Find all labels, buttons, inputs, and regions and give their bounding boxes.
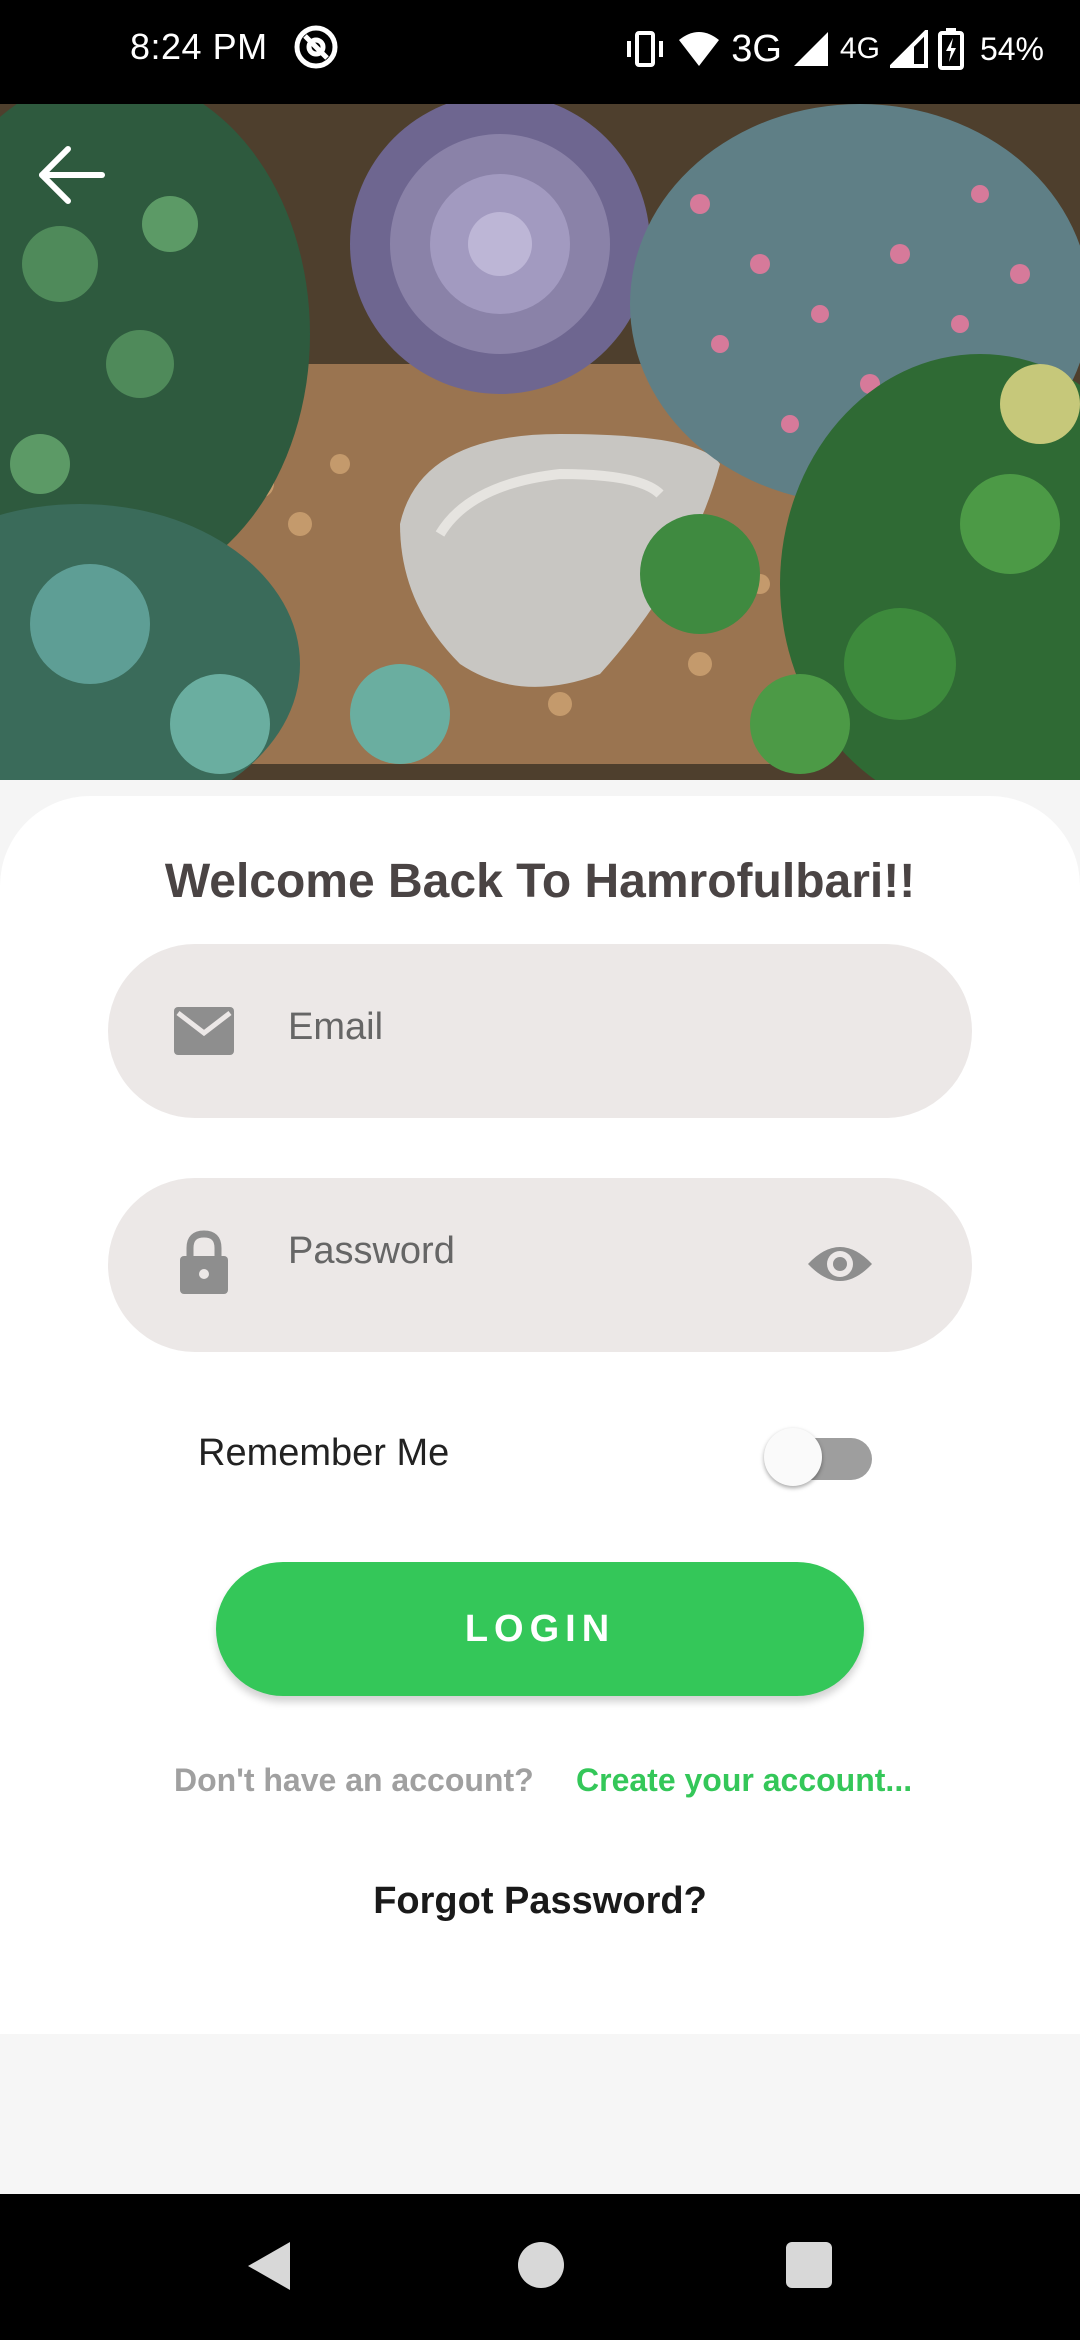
password-field[interactable]: Password [108, 1178, 972, 1352]
lock-icon [180, 1230, 228, 1294]
email-placeholder: Email [288, 1006, 384, 1048]
nav-home-icon[interactable] [518, 2242, 564, 2288]
remember-me-toggle[interactable] [764, 1428, 874, 1486]
status-bar: 8:24 PM 3G 4G 54% [0, 0, 1080, 104]
email-field[interactable]: Email [108, 944, 972, 1118]
page-title: Welcome Back To Hamrofulbari!! [164, 855, 916, 908]
bottom-spacer [0, 2034, 1080, 2194]
remember-me-label: Remember Me [198, 1432, 450, 1474]
signal-icon [793, 32, 828, 66]
network-3g-label: 3G [731, 27, 782, 70]
nav-recents-icon[interactable] [786, 2242, 832, 2288]
battery-percent: 54% [979, 30, 1044, 67]
signal-icon [889, 30, 928, 68]
network-4g-label: 4G [839, 32, 880, 65]
status-icons: 3G 4G 54% [623, 22, 1044, 76]
navigation-bar [0, 2194, 1080, 2340]
create-account-link[interactable]: Create your account... [576, 1762, 912, 1799]
nav-back-icon[interactable] [244, 2238, 294, 2294]
wifi-icon [679, 32, 720, 66]
battery-charging-icon [937, 28, 964, 70]
at-sign-icon [294, 25, 338, 69]
login-button[interactable]: LOGIN [216, 1562, 864, 1696]
eye-icon[interactable] [806, 1236, 874, 1292]
mail-icon [174, 1007, 234, 1055]
vibrate-icon [627, 31, 664, 67]
hero-image [0, 104, 1080, 780]
forgot-password-link[interactable]: Forgot Password? [0, 1880, 1080, 1923]
no-account-text: Don't have an account? [174, 1762, 534, 1798]
arrow-left-icon[interactable] [36, 145, 108, 205]
succulent-garden-photo [0, 104, 1080, 780]
password-placeholder: Password [288, 1230, 455, 1272]
toggle-thumb [764, 1428, 822, 1486]
status-time: 8:24 PM [130, 26, 268, 67]
